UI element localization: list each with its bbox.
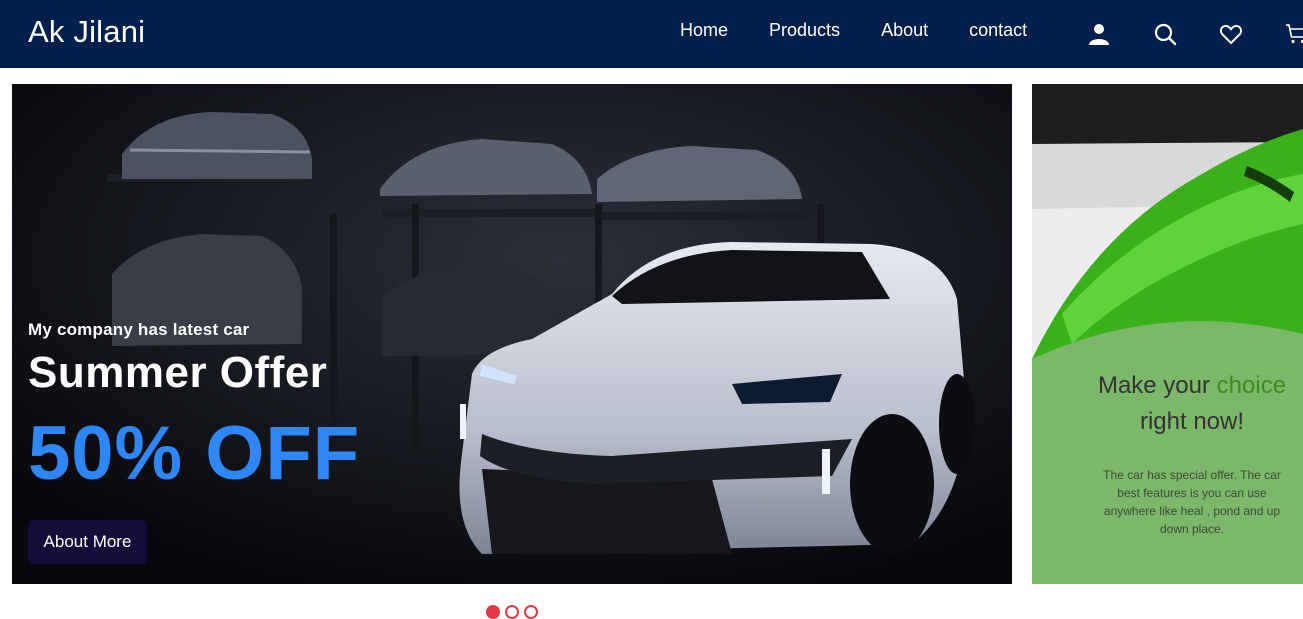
nav-link-products[interactable]: Products [769, 20, 840, 41]
about-more-button[interactable]: About More [28, 520, 147, 564]
side-card-title: Make your choice right now! [1032, 368, 1303, 440]
user-icon[interactable] [1087, 22, 1111, 46]
brand-logo[interactable]: Ak Jilani [28, 14, 145, 50]
navbar: Ak Jilani Home Products About contact [0, 0, 1303, 68]
side-title-suffix: right now! [1139, 408, 1245, 435]
cart-icon[interactable] [1285, 22, 1303, 46]
nav-links: Home Products About contact [680, 20, 1068, 41]
nav-link-contact[interactable]: contact [969, 20, 1027, 41]
hero-text-block: My company has latest car Summer Offer 5… [28, 320, 360, 497]
hero-title: Summer Offer [28, 348, 328, 397]
carousel-dot-1[interactable] [486, 605, 500, 619]
hero-offer: 50% OFF [28, 411, 361, 496]
nav-link-home[interactable]: Home [680, 20, 728, 41]
carousel-dot-3[interactable] [524, 605, 538, 619]
hero-subtitle: My company has latest car [28, 320, 250, 339]
side-card-text: Make your choice right now! The car has … [1032, 368, 1303, 538]
side-card-description: The car has special offer. The car best … [1103, 468, 1281, 536]
hero-slide: My company has latest car Summer Offer 5… [12, 84, 1012, 584]
carousel-dot-2[interactable] [505, 605, 519, 619]
side-offer-card: Make your choice right now! The car has … [1032, 84, 1303, 584]
side-title-prefix: Make your [1097, 372, 1217, 399]
search-icon[interactable] [1153, 22, 1177, 46]
nav-link-about[interactable]: About [881, 20, 928, 41]
carousel-dots [486, 605, 538, 619]
heart-icon[interactable] [1219, 22, 1243, 46]
side-title-highlight: choice [1216, 372, 1287, 399]
